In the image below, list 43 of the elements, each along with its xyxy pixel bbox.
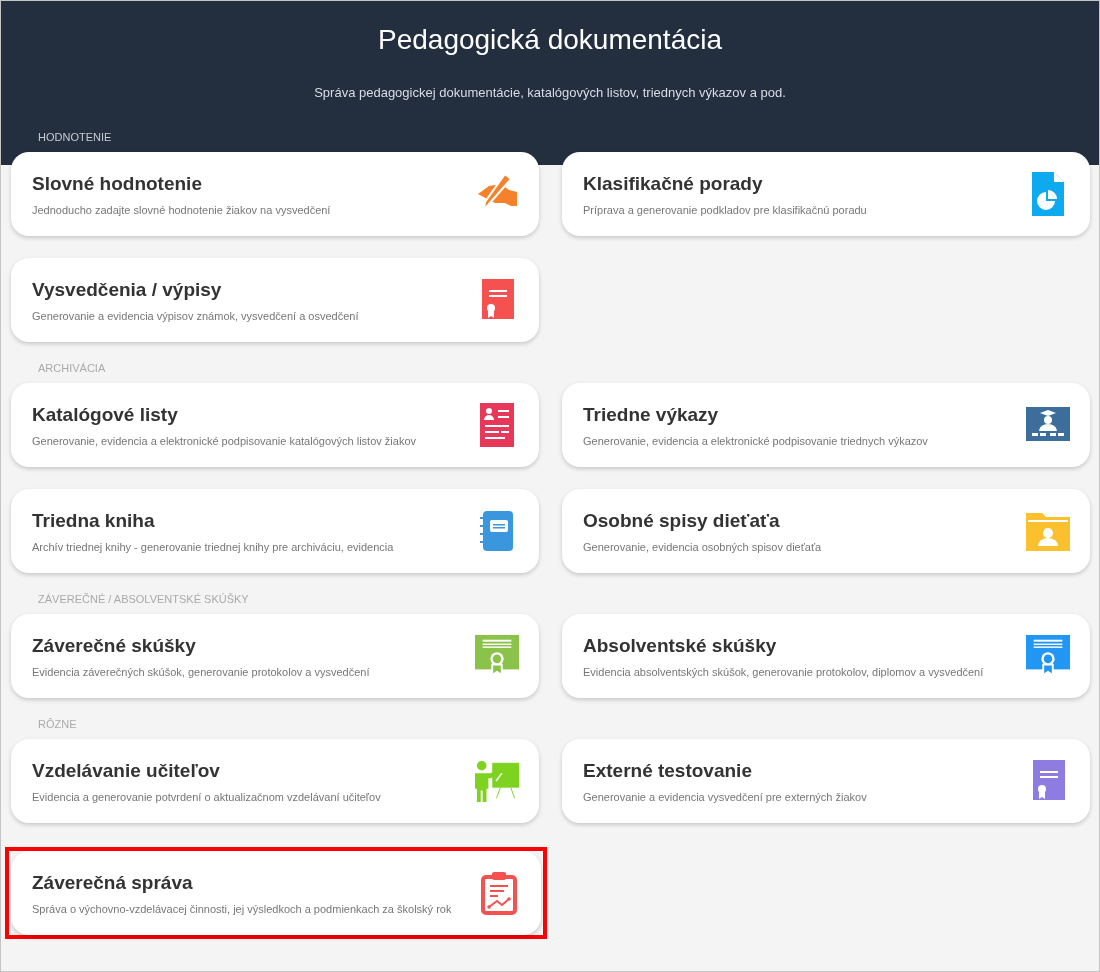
card-title: Záverečné skúšky <box>32 633 197 658</box>
card-title: Triedna kniha <box>32 508 156 533</box>
card-description: Generovanie, evidencia osobných spisov dieťaťa <box>583 539 822 554</box>
module-card[interactable]: Záverečné skúšky Evidencia záverečných skúšok, generovanie protokolov a vysvedčení <box>11 614 539 698</box>
card-description: Príprava a generovanie podkladov pre klasifikačnú poradu <box>583 202 867 217</box>
module-card[interactable]: Osobné spisy dieťaťa Generovanie, evidencia osobných spisov dieťaťa <box>562 489 1090 573</box>
card-description: Evidencia absolventských skúšok, generovanie protokolov, diplomov a vysvedčení <box>583 664 984 679</box>
section-label: HODNOTENIE <box>37 130 113 144</box>
card-description: Evidencia a generovanie potvrdení o aktualizačnom vzdelávaní učiteľov <box>32 789 381 804</box>
card-title: Klasifikačné porady <box>583 171 764 196</box>
card-description: Generovanie, evidencia a elektronické podpisovanie triednych výkazov <box>583 433 928 448</box>
page-subtitle: Správa pedagogickej dokumentácie, katalógových listov, triednych výkazov a pod. <box>313 85 787 101</box>
module-card[interactable]: Absolventské skúšky Evidencia absolventských skúšok, generovanie protokolov, diplomov a vysvedčení <box>562 614 1090 698</box>
module-card[interactable]: Triedne výkazy Generovanie, evidencia a elektronické podpisovanie triednych výkazov <box>562 383 1090 467</box>
module-card[interactable]: Externé testovanie Generovanie a evidencia vysvedčení pre externých žiakov <box>562 739 1090 823</box>
card-description: Generovanie, evidencia a elektronické podpisovanie katalógových listov žiakov <box>32 433 416 448</box>
card-title: Slovné hodnotenie <box>32 171 203 196</box>
page-title: Pedagogická dokumentácia <box>377 23 723 57</box>
module-card[interactable]: Katalógové listy Generovanie, evidencia a elektronické podpisovanie katalógových listov žiakov <box>11 383 539 467</box>
card-title: Osobné spisy dieťaťa <box>583 508 781 533</box>
module-card[interactable]: Slovné hodnotenie Jednoducho zadajte slovné hodnotenie žiakov na vysvedčení <box>11 152 539 236</box>
section-label: RÔZNE <box>37 717 78 731</box>
card-title: Externé testovanie <box>583 758 753 783</box>
module-card[interactable]: Záverečná správa Správa o výchovno-vzdelávacej činnosti, jej výsledkoch a podmienkach za školský rok <box>11 851 541 935</box>
card-title: Vysvedčenia / výpisy <box>32 277 223 302</box>
section-label: ARCHIVÁCIA <box>37 361 107 375</box>
module-card[interactable]: Triedna kniha Archív triednej knihy - generovanie triednej knihy pre archiváciu, evidencia <box>11 489 539 573</box>
card-title: Vzdelávanie učiteľov <box>32 758 221 783</box>
module-card[interactable]: Vysvedčenia / výpisy Generovanie a evidencia výpisov známok, vysvedčení a osvedčení <box>11 258 539 342</box>
card-title: Triedne výkazy <box>583 402 720 427</box>
card-description: Správa o výchovno-vzdelávacej činnosti, jej výsledkoch a podmienkach za školský rok <box>32 901 452 916</box>
section-label: ZÁVEREČNÉ / ABSOLVENTSKÉ SKÚŠKY <box>37 592 250 606</box>
module-card[interactable]: Klasifikačné porady Príprava a generovanie podkladov pre klasifikačnú poradu <box>562 152 1090 236</box>
card-description: Jednoducho zadajte slovné hodnotenie žiakov na vysvedčení <box>32 202 331 217</box>
teacher-board-icon <box>475 759 519 803</box>
card-description: Generovanie a evidencia výpisov známok, vysvedčení a osvedčení <box>32 308 359 323</box>
card-description: Archív triednej knihy - generovanie triednej knihy pre archiváciu, evidencia <box>32 539 394 554</box>
card-title: Absolventské skúšky <box>583 633 778 658</box>
card-title: Katalógové listy <box>32 402 179 427</box>
module-card[interactable]: Vzdelávanie učiteľov Evidencia a generovanie potvrdení o aktualizačnom vzdelávaní učiteľov <box>11 739 539 823</box>
card-description: Generovanie a evidencia vysvedčení pre externých žiakov <box>583 789 867 804</box>
card-description: Evidencia záverečných skúšok, generovanie protokolov a vysvedčení <box>32 664 370 679</box>
card-title: Záverečná správa <box>32 870 194 895</box>
